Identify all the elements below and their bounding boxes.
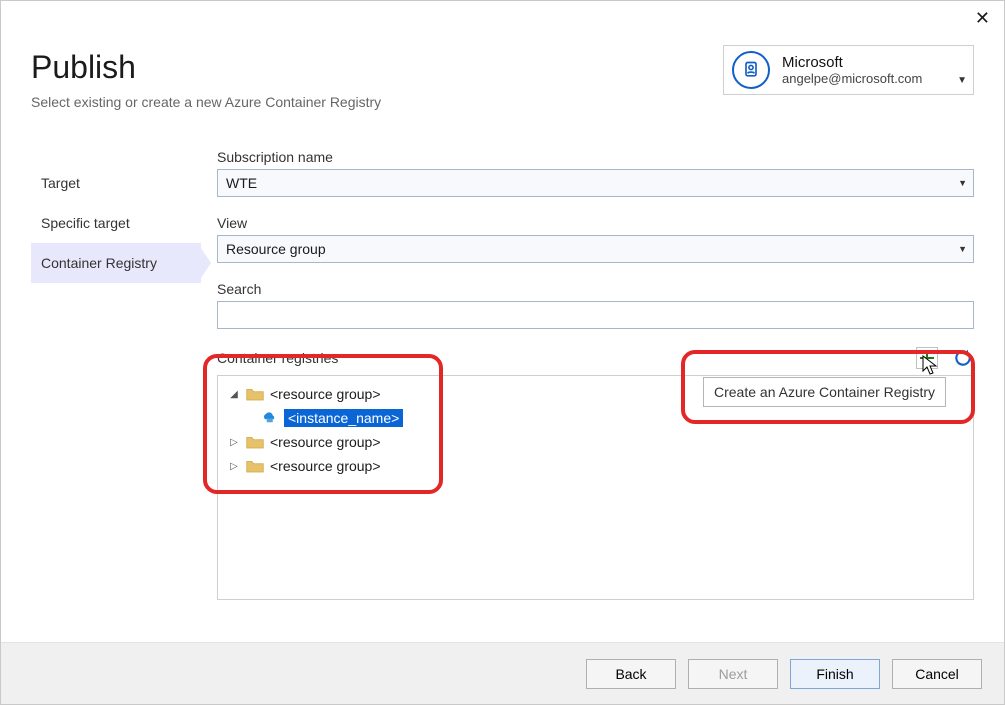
folder-icon <box>246 459 264 473</box>
create-registry-tooltip: Create an Azure Container Registry <box>703 377 946 407</box>
tree-row[interactable]: <instance_name> <box>222 406 969 430</box>
view-value: Resource group <box>226 241 326 257</box>
close-icon[interactable]: ✕ <box>975 9 990 27</box>
search-label: Search <box>217 281 974 297</box>
page-title: Publish <box>31 49 381 86</box>
cloud-registry-icon <box>260 410 278 427</box>
chevron-down-icon: ▼ <box>958 244 967 254</box>
tree-label: <resource group> <box>270 386 381 402</box>
header: Publish Select existing or create a new … <box>31 49 381 110</box>
expander-open-icon[interactable]: ◢ <box>228 389 240 400</box>
add-registry-button[interactable] <box>916 347 938 369</box>
step-target[interactable]: Target <box>31 163 201 203</box>
tree-label: <resource group> <box>270 458 381 474</box>
subscription-value: WTE <box>226 175 257 191</box>
registries-section: Container registries ◢ <box>217 347 974 600</box>
tree-row[interactable]: ▷ <resource group> <box>222 454 969 478</box>
next-button: Next <box>688 659 778 689</box>
wizard-steps: Target Specific target Container Registr… <box>31 163 201 283</box>
finish-button[interactable]: Finish <box>790 659 880 689</box>
account-picker[interactable]: Microsoft angelpe@microsoft.com ▼ <box>723 45 974 95</box>
registries-tree[interactable]: ◢ <resource group> <instance_name> ▷ <box>217 375 974 600</box>
back-button[interactable]: Back <box>586 659 676 689</box>
step-container-registry[interactable]: Container Registry <box>31 243 201 283</box>
tree-label: <instance_name> <box>284 409 403 427</box>
folder-icon <box>246 387 264 401</box>
badge-icon <box>732 51 770 89</box>
publish-dialog: ✕ Publish Select existing or create a ne… <box>0 0 1005 705</box>
page-subtitle: Select existing or create a new Azure Co… <box>31 94 381 110</box>
view-select[interactable]: Resource group ▼ <box>217 235 974 263</box>
cancel-button[interactable]: Cancel <box>892 659 982 689</box>
account-text: Microsoft angelpe@microsoft.com <box>782 54 922 86</box>
subscription-label: Subscription name <box>217 149 974 165</box>
step-specific-target[interactable]: Specific target <box>31 203 201 243</box>
form-area: Subscription name WTE ▼ View Resource gr… <box>217 149 974 600</box>
folder-icon <box>246 435 264 449</box>
search-input[interactable] <box>217 301 974 329</box>
account-email: angelpe@microsoft.com <box>782 71 922 86</box>
refresh-button[interactable] <box>952 347 974 369</box>
view-label: View <box>217 215 974 231</box>
expander-closed-icon[interactable]: ▷ <box>228 437 240 448</box>
account-org: Microsoft <box>782 54 922 71</box>
subscription-select[interactable]: WTE ▼ <box>217 169 974 197</box>
registries-label: Container registries <box>217 350 338 366</box>
refresh-icon <box>953 348 973 368</box>
expander-closed-icon[interactable]: ▷ <box>228 461 240 472</box>
tree-label: <resource group> <box>270 434 381 450</box>
chevron-down-icon: ▼ <box>958 178 967 188</box>
chevron-down-icon: ▼ <box>957 75 967 90</box>
tree-row[interactable]: ▷ <resource group> <box>222 430 969 454</box>
footer-bar: Back Next Finish Cancel <box>1 642 1004 704</box>
